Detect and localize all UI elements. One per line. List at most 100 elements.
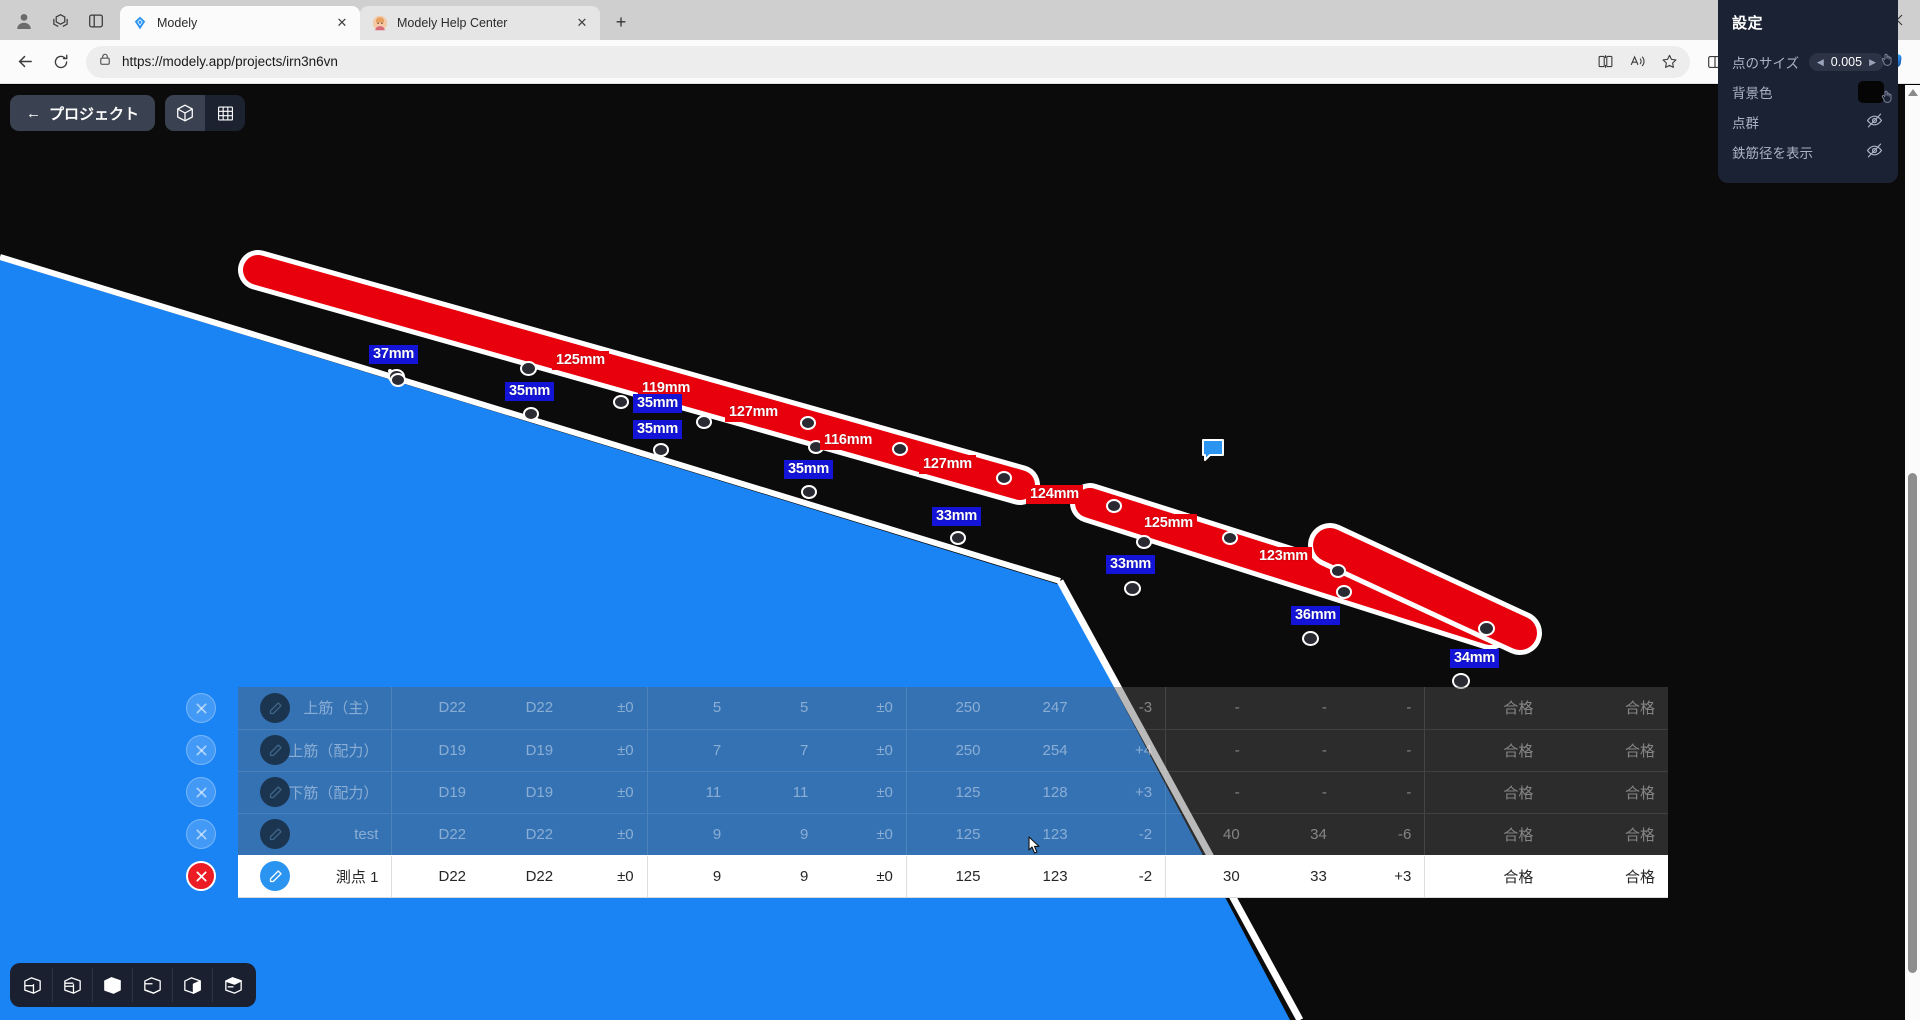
table-row[interactable]: test D22 D22 ±0 9 9 ±0 125 123 -2 40 34 -6 合格 合格 [238,813,1668,856]
rebar-bar-right [1308,523,1542,655]
page-scrollbar[interactable] [1905,85,1920,1020]
eye-off-icon[interactable] [1865,141,1884,163]
tab-modely-help-center[interactable]: Modely Help Center ✕ [360,6,600,40]
cell-value: 128 [993,771,1081,814]
tab-table-view[interactable] [205,95,245,131]
navigation-bar: https://modely.app/projects/irn3n6vn [0,40,1920,84]
reload-icon[interactable] [44,45,78,79]
tab-modely[interactable]: Modely ✕ [120,6,360,40]
cell-value: D19 [479,771,567,814]
favorite-star-icon[interactable] [1654,48,1684,76]
point-size-stepper[interactable]: ◀ 0.005 ▶ [1808,53,1884,71]
table-row[interactable]: 下筋（配力） D19 D19 ±0 11 11 ±0 125 128 +3- - - 合格 合格 [238,771,1668,814]
eye-off-icon[interactable] [1865,111,1884,133]
close-circle-icon[interactable] [186,693,216,723]
cell-value: D19 [391,729,480,772]
close-circle-icon[interactable] [186,861,216,891]
cover-label: 35mm [784,460,834,480]
split-pane-icon[interactable] [78,5,114,37]
tab-3d-view[interactable] [165,95,206,131]
view-bottom-icon[interactable] [133,968,173,1002]
cell-value: 9 [734,855,822,898]
view-back-icon[interactable] [53,968,93,1002]
cell-value: ±0 [566,771,648,814]
cell-value: 合格 [1424,729,1547,772]
stepper-prev-icon[interactable]: ◀ [1817,57,1824,68]
pitch-label: 127mm [725,403,782,423]
setting-label: 鉄筋径を表示 [1732,146,1813,161]
cell-value: ±0 [566,687,648,730]
cell-value: ±0 [566,855,648,898]
pencil-icon[interactable] [260,693,290,723]
rebar-node [892,442,908,456]
view-right-icon[interactable] [213,968,253,1002]
cover-label: 33mm [932,507,982,527]
cell-value: +4 [1080,729,1166,772]
cover-measure-point [801,485,817,499]
cell-value: - [1339,771,1425,814]
cell-value: ±0 [821,729,907,772]
cell-value: 11 [646,771,735,814]
table-row[interactable]: 上筋（主） D22 D22 ±0 5 5 ±0 250 247 -3- - - 合格 合格 [238,687,1668,730]
cell-value: 123 [993,813,1081,856]
cell-value: ±0 [566,729,648,772]
tab-strip: Modely ✕ Modely Help Center ✕ + [0,0,1920,40]
view-left-icon[interactable] [173,968,213,1002]
view-top-icon[interactable] [93,968,133,1002]
cell-value: D22 [479,855,567,898]
cell-value: +3 [1080,771,1166,814]
pencil-icon[interactable] [260,777,290,807]
cell-value: 9 [646,855,735,898]
pencil-icon[interactable] [260,861,290,891]
close-circle-icon[interactable] [186,777,216,807]
table-row[interactable]: 上筋（配力） D19 D19 ±0 7 7 ±0 250 254 +4- - - 合格 合格 [238,729,1668,772]
close-circle-icon[interactable] [186,735,216,765]
cell-value: 9 [734,813,822,856]
address-bar[interactable]: https://modely.app/projects/irn3n6vn [86,45,1690,78]
close-circle-icon[interactable] [186,819,216,849]
tab-collections-icon[interactable] [42,5,78,37]
scrollbar-up-arrow-icon[interactable] [1905,85,1920,101]
tab-close-icon[interactable]: ✕ [332,13,352,33]
hand-pointer-icon[interactable] [1879,89,1894,109]
view-orientation-toolbar [10,963,256,1007]
cover-label: 35mm [633,420,683,440]
back-to-projects-button[interactable]: ← プロジェクト [10,95,156,131]
hand-pointer-icon[interactable] [1879,52,1894,72]
comment-bubble-marker[interactable] [1200,437,1226,463]
back-to-projects-label: プロジェクト [49,105,140,123]
site-info-lock-icon[interactable] [98,52,112,71]
setting-point-size: 点のサイズ ◀ 0.005 ▶ [1732,47,1884,77]
rebar-node [696,415,712,429]
pencil-icon[interactable] [260,735,290,765]
read-aloud-icon[interactable] [1622,48,1652,76]
scrollbar-thumb[interactable] [1908,473,1917,973]
cell-value: -3 [1080,687,1166,730]
cell-value: 7 [646,729,735,772]
table-row[interactable]: 測点 1 D22 D22 ±0 9 9 ±0 125 123 -2 30 33 +3 合格 合格 [238,855,1668,898]
url-text[interactable]: https://modely.app/projects/irn3n6vn [122,54,1580,69]
cell-value: - [1339,729,1425,772]
3d-viewport[interactable]: 125mm 119mm 127mm 116mm 127mm 124mm 125mm 123mm… [0,85,1905,1020]
tab-close-icon[interactable]: ✕ [572,13,592,33]
setting-background-color: 背景色 [1732,77,1884,107]
cell-value: 30 [1165,855,1253,898]
cell-value: 34 [1252,813,1340,856]
pencil-icon[interactable] [260,819,290,849]
stepper-next-icon[interactable]: ▶ [1869,57,1876,68]
back-arrow-icon[interactable] [8,45,42,79]
cell-value: 合格 [1424,771,1547,814]
pitch-label: 124mm [1026,485,1083,505]
split-screen-icon[interactable] [1590,48,1620,76]
cover-label: 35mm [505,382,555,402]
new-tab-button[interactable]: + [606,7,636,37]
cell-value: 40 [1165,813,1253,856]
setting-label: 点のサイズ [1732,56,1800,71]
profile-avatar-icon[interactable] [6,5,42,37]
cell-value: -6 [1339,813,1425,856]
cell-value: ±0 [821,813,907,856]
view-front-icon[interactable] [13,968,53,1002]
cell-value: D22 [391,813,480,856]
setting-show-rebar-diameter: 鉄筋径を表示 [1732,137,1884,167]
cell-value: D22 [479,813,567,856]
